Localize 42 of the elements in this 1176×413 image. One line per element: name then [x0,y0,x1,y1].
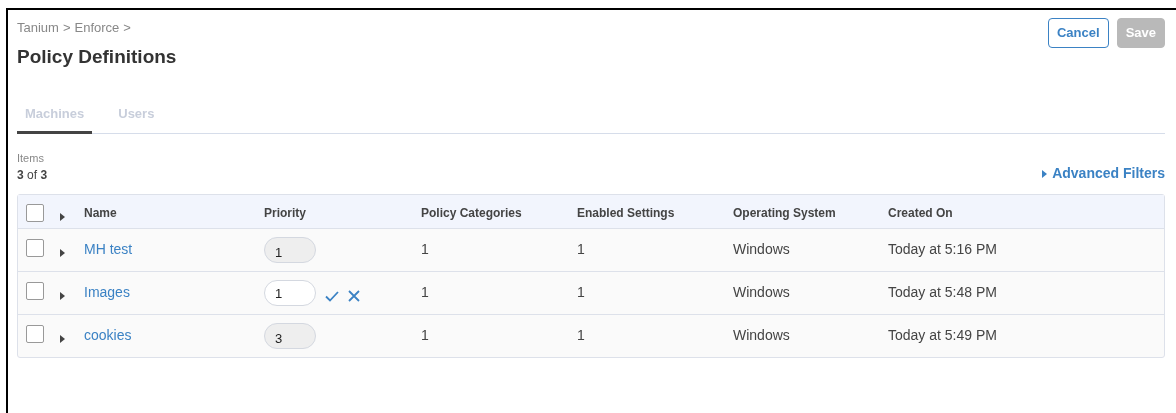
column-header: Policy Categories [421,206,522,221]
table-cell: 1 [577,241,585,258]
caret-icon[interactable] [60,249,66,258]
table-cell: Windows [733,327,790,344]
row-checkbox[interactable] [26,239,44,258]
items-label: Items [17,150,45,166]
breadcrumb-separator: > [123,19,131,37]
table-cell: Today at 5:49 PM [888,327,997,344]
policy-name-link[interactable]: Images [84,284,130,301]
breadcrumb-separator: > [62,19,71,37]
row-checkbox[interactable] [26,282,44,301]
policy-name-link[interactable]: cookies [84,327,132,344]
table-cell: Today at 5:48 PM [888,284,997,301]
items-count: 3 of 3 [17,167,48,185]
column-header: Operating System [733,206,836,221]
policy-name-link[interactable]: MH test [84,241,133,258]
table-cell: Windows [733,284,790,301]
priority-field[interactable]: 3 [264,323,316,350]
column-header: Enabled Settings [577,206,675,221]
caret-icon[interactable] [60,335,66,344]
action-button[interactable]: Cancel [1048,18,1109,48]
row-checkbox[interactable] [26,325,44,344]
caret-icon[interactable] [60,292,66,301]
caret-icon[interactable] [1042,169,1049,178]
table-cell: 1 [577,284,585,301]
breadcrumb-link[interactable]: Enforce [74,18,120,38]
table-cell: 1 [421,284,429,301]
column-header: Priority [264,206,306,221]
caret-icon[interactable] [60,212,66,221]
page-title: Policy Definitions [17,45,177,69]
table-cell: 1 [421,241,429,258]
select-all-checkbox[interactable] [26,204,44,223]
column-header: Name [84,206,117,221]
breadcrumb-link[interactable]: Tanium [17,18,59,38]
advanced-filters-link[interactable]: Advanced Filters [1042,163,1165,185]
table-cell: Today at 5:16 PM [888,241,997,258]
table-cell: Windows [733,241,790,258]
priority-input[interactable]: 1 [264,280,316,307]
table-cell: 1 [577,327,585,344]
table-cell: 1 [421,327,429,344]
column-header: Created On [888,206,953,221]
priority-field[interactable]: 1 [264,237,316,264]
